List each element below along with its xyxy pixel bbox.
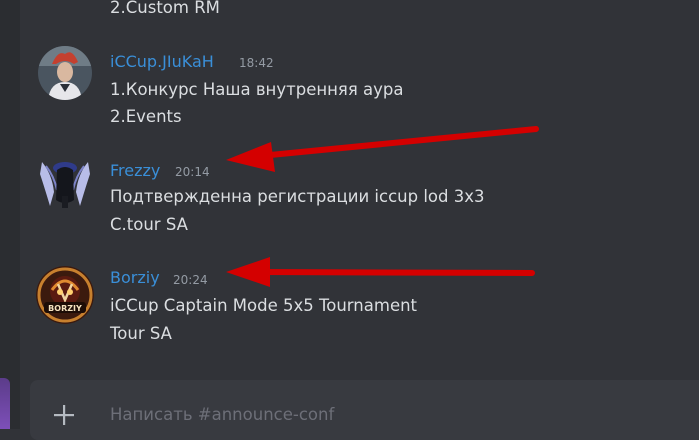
annotation-arrows xyxy=(226,126,539,287)
message-text: Подтвержденна регистрации iccup lod 3x3 xyxy=(110,187,485,206)
avatar-image: BORZIY xyxy=(36,266,94,324)
message-text: 1.Конкурс Наша внутренняя аура xyxy=(110,80,404,99)
message-text: 2.Events xyxy=(110,107,182,126)
avatar-frezzy[interactable] xyxy=(38,156,92,210)
server-icon-partial[interactable] xyxy=(0,378,10,429)
username[interactable]: Frezzy xyxy=(110,161,160,180)
message-input[interactable]: Написать #announce-conf xyxy=(110,405,334,424)
avatar-jiukah[interactable] xyxy=(38,46,92,100)
message-text: iCCup Captain Mode 5x5 Tournament xyxy=(110,296,418,315)
timestamp: 18:42 xyxy=(239,56,274,70)
plus-icon xyxy=(54,405,74,425)
avatar-image xyxy=(38,156,92,210)
avatar-borziy[interactable]: BORZIY xyxy=(36,266,94,324)
message-text: C.tour SA xyxy=(110,215,188,234)
avatar-image xyxy=(38,46,92,100)
add-attachment-button[interactable] xyxy=(51,402,77,428)
timestamp: 20:24 xyxy=(173,273,208,287)
username[interactable]: iCCup.JIuKaH xyxy=(110,52,214,71)
annotation-arrow xyxy=(226,257,535,287)
username[interactable]: Borziy xyxy=(110,268,160,287)
message-text: 2.Custom RM xyxy=(110,0,220,17)
avatar-label: BORZIY xyxy=(48,304,82,313)
annotation-arrow xyxy=(226,126,539,172)
timestamp: 20:14 xyxy=(175,165,210,179)
server-sidebar-edge xyxy=(0,0,20,429)
message-text: Tour SA xyxy=(110,324,172,343)
